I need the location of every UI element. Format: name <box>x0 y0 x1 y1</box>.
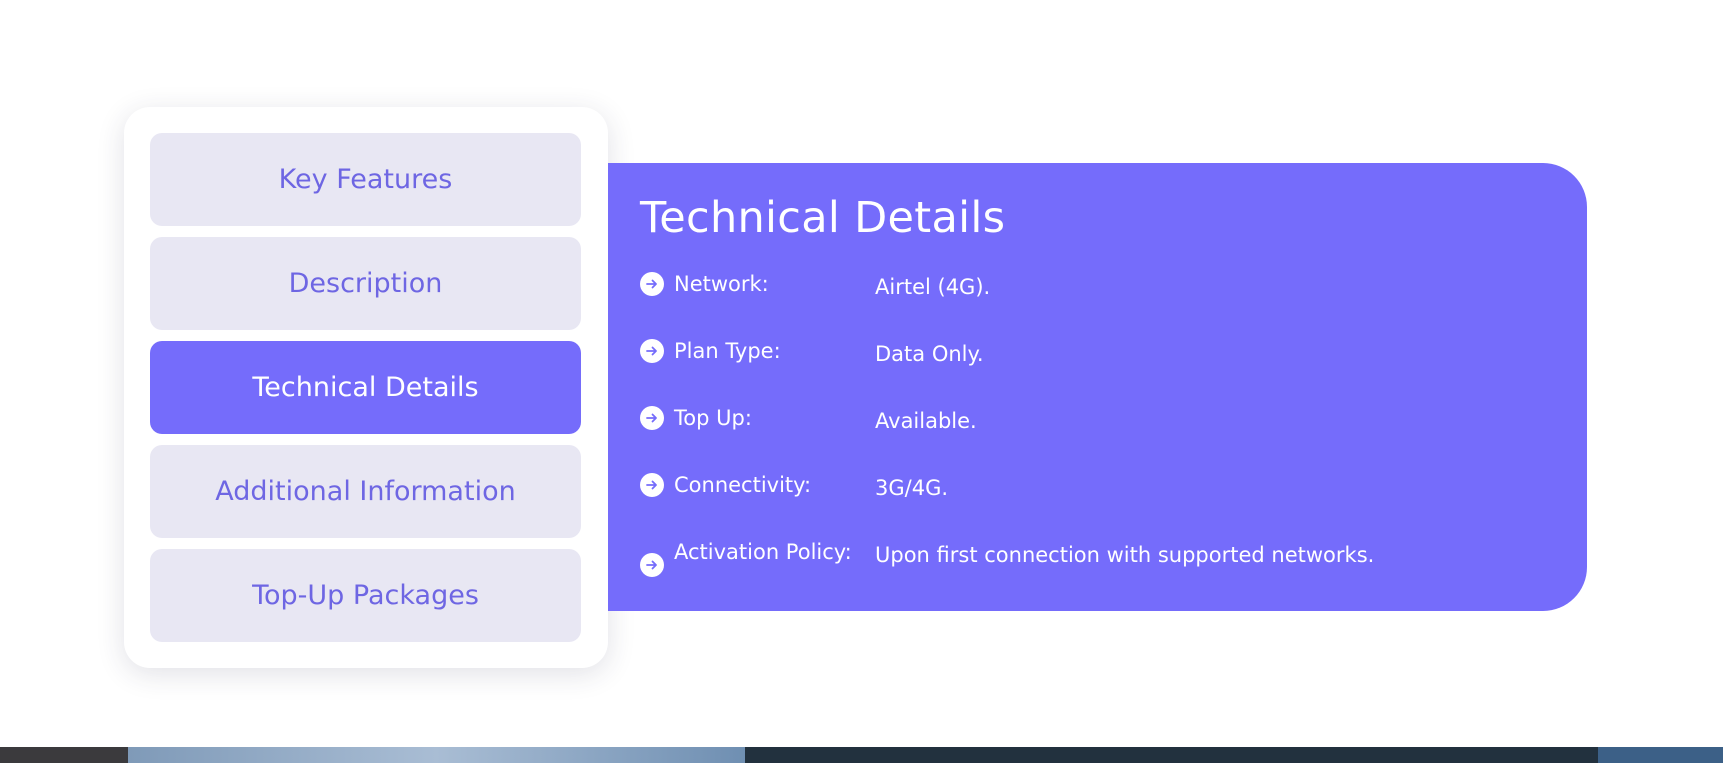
tab-additional-information[interactable]: Additional Information <box>150 445 581 538</box>
tabs-card: Key Features Description Technical Detai… <box>124 107 608 668</box>
arrow-right-circle-icon <box>640 553 664 577</box>
detail-label: Activation Policy: <box>674 540 852 564</box>
technical-details-panel: Technical Details Network: Airtel (4G). … <box>608 163 1587 611</box>
detail-row-connectivity: Connectivity: 3G/4G. <box>640 472 1587 501</box>
detail-label: Plan Type: <box>674 339 781 363</box>
tab-top-up-packages[interactable]: Top-Up Packages <box>150 549 581 642</box>
bottom-image-strip <box>0 747 1723 763</box>
detail-label: Network: <box>674 272 769 296</box>
page: Key Features Description Technical Detai… <box>0 0 1723 763</box>
details-title: Technical Details <box>640 193 1006 243</box>
arrow-right-circle-icon <box>640 406 664 430</box>
image-fragment <box>745 747 1598 763</box>
detail-row-top-up: Top Up: Available. <box>640 405 1587 434</box>
detail-value: Available. <box>875 409 977 433</box>
arrow-right-circle-icon <box>640 473 664 497</box>
arrow-right-circle-icon <box>640 272 664 296</box>
arrow-right-circle-icon <box>640 339 664 363</box>
detail-label: Connectivity: <box>674 473 812 497</box>
tab-technical-details[interactable]: Technical Details <box>150 341 581 434</box>
detail-row-network: Network: Airtel (4G). <box>640 271 1587 300</box>
detail-value: Airtel (4G). <box>875 275 991 299</box>
detail-value: 3G/4G. <box>875 476 949 500</box>
tab-description[interactable]: Description <box>150 237 581 330</box>
tab-key-features[interactable]: Key Features <box>150 133 581 226</box>
image-fragment <box>1598 747 1723 763</box>
detail-row-activation-policy: Activation Policy: Upon first connection… <box>640 539 1587 577</box>
detail-value: Upon first connection with supported net… <box>875 543 1375 567</box>
detail-value: Data Only. <box>875 342 984 366</box>
image-fragment <box>128 747 745 763</box>
details-list: Network: Airtel (4G). Plan Type: Data On… <box>640 271 1587 577</box>
detail-label: Top Up: <box>674 406 752 430</box>
image-fragment <box>0 747 128 763</box>
detail-row-plan-type: Plan Type: Data Only. <box>640 338 1587 367</box>
